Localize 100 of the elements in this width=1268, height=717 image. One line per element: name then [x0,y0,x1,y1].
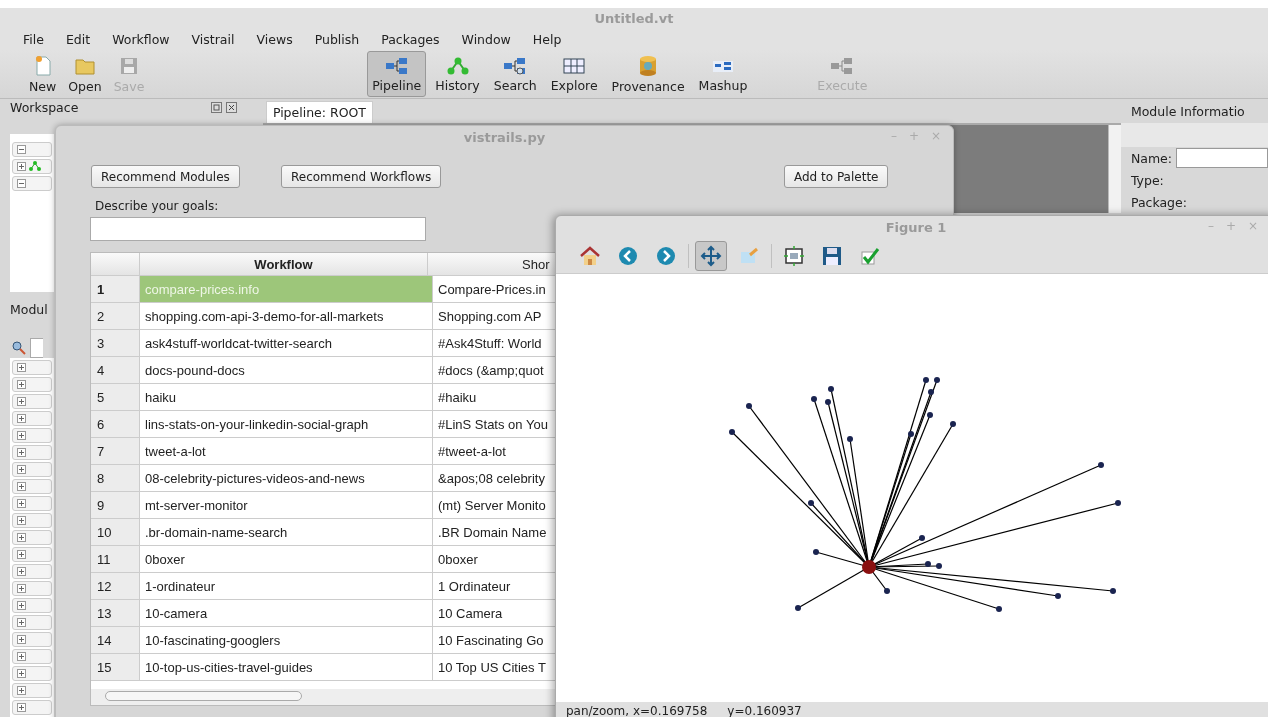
tree-item[interactable] [12,141,52,157]
search-field[interactable] [30,338,43,358]
expand-icon[interactable] [17,363,26,372]
module-item[interactable] [12,547,52,562]
table-cell[interactable]: shopping.com-api-3-demo-for-all-markets [139,303,432,329]
row-header[interactable]: 9 [91,492,139,518]
row-header[interactable]: 4 [91,357,139,383]
expand-icon[interactable] [17,601,26,610]
module-item[interactable] [12,479,52,494]
expand-icon[interactable] [17,635,26,644]
row-header[interactable]: 12 [91,573,139,599]
table-cell[interactable]: 10-top-us-cities-travel-guides [139,654,432,680]
module-item[interactable] [12,428,52,443]
expand-icon[interactable] [17,448,26,457]
dialog-button[interactable]: Recommend Workflows [281,165,442,188]
module-item[interactable] [12,445,52,460]
column-header[interactable]: Shor [427,253,556,275]
expand-icon[interactable] [17,567,26,576]
expand-icon[interactable] [17,161,26,171]
row-header[interactable]: 8 [91,465,139,491]
module-item[interactable] [12,564,52,579]
table-cell[interactable]: docs-pound-docs [139,357,432,383]
dialog-button[interactable]: Add to Palette [784,165,889,188]
expand-icon[interactable] [17,178,26,188]
table-cell[interactable]: 0boxer [139,546,432,572]
goals-field[interactable] [90,217,426,241]
module-item[interactable] [12,394,52,409]
view-button[interactable]: History [430,51,485,97]
menu-item[interactable]: File [12,31,55,47]
table-cell[interactable]: .br-domain-name-search [139,519,432,545]
expand-icon[interactable] [17,652,26,661]
toolbar-button[interactable]: New [24,51,62,97]
dialog-button[interactable]: Recommend Modules [91,165,240,188]
column-header[interactable]: Workflow [139,253,427,275]
table-cell[interactable]: 08-celebrity-pictures-videos-and-news [139,465,432,491]
row-header[interactable]: 14 [91,627,139,653]
expand-icon[interactable] [17,465,26,474]
name-field[interactable] [1176,148,1268,168]
toolbar-button[interactable]: Open [63,51,107,97]
menu-item[interactable]: Views [245,31,304,47]
table-cell[interactable]: ask4stuff-worldcat-twitter-search [139,330,432,356]
module-item[interactable] [12,360,52,375]
menu-item[interactable]: Edit [54,31,102,47]
row-header[interactable]: 2 [91,303,139,329]
expand-icon[interactable] [17,482,26,491]
module-item[interactable] [12,581,52,596]
module-item[interactable] [12,462,52,477]
module-item[interactable] [12,700,52,715]
row-header[interactable]: 11 [91,546,139,572]
expand-icon[interactable] [17,550,26,559]
menu-item[interactable]: Window [450,31,522,47]
expand-icon[interactable] [17,414,26,423]
row-header[interactable]: 6 [91,411,139,437]
module-item[interactable] [12,496,52,511]
module-item[interactable] [12,377,52,392]
expand-icon[interactable] [17,669,26,678]
table-cell[interactable]: 10-camera [139,600,432,626]
row-header[interactable]: 15 [91,654,139,680]
view-button[interactable]: Search [488,51,542,97]
row-header[interactable]: 10 [91,519,139,545]
menu-item[interactable]: Help [521,31,573,47]
tool-button[interactable] [695,240,727,271]
expand-icon[interactable] [17,380,26,389]
expand-icon[interactable] [17,703,26,712]
menu-item[interactable]: Vistrail [180,31,246,47]
expand-icon[interactable] [17,618,26,627]
expand-icon[interactable] [17,533,26,542]
row-header[interactable]: 7 [91,438,139,464]
table-cell[interactable]: mt-server-monitor [139,492,432,518]
row-header[interactable]: 1 [91,276,139,302]
expand-icon[interactable] [17,397,26,406]
expand-icon[interactable] [17,584,26,593]
module-item[interactable] [12,649,52,664]
expand-icon[interactable] [17,499,26,508]
expand-icon[interactable] [17,686,26,695]
scrollbar-thumb[interactable] [105,691,302,701]
expand-icon[interactable] [17,516,26,525]
row-header[interactable]: 3 [91,330,139,356]
close-icon[interactable] [225,101,237,113]
module-item[interactable] [12,666,52,681]
table-cell[interactable]: 10-fascinating-googlers [139,627,432,653]
pipeline-tab[interactable]: Pipeline: ROOT [265,101,373,123]
view-button[interactable]: Mashup [693,51,753,97]
module-item[interactable] [12,615,52,630]
module-item[interactable] [12,513,52,528]
table-cell[interactable]: 1-ordinateur [139,573,432,599]
module-item[interactable] [12,632,52,647]
module-item[interactable] [12,530,52,545]
menu-item[interactable]: Workflow [101,31,181,47]
table-cell[interactable]: lins-stats-on-your-linkedin-social-graph [139,411,432,437]
view-button[interactable]: Provenance [606,51,690,97]
expand-icon[interactable] [17,144,26,154]
menu-item[interactable]: Publish [303,31,371,47]
module-item[interactable] [12,683,52,698]
table-cell[interactable]: tweet-a-lot [139,438,432,464]
tree-item[interactable] [12,175,52,191]
row-header[interactable]: 13 [91,600,139,626]
menu-item[interactable]: Packages [370,31,451,47]
table-cell[interactable]: haiku [139,384,432,410]
view-button[interactable]: Explore [545,51,603,97]
